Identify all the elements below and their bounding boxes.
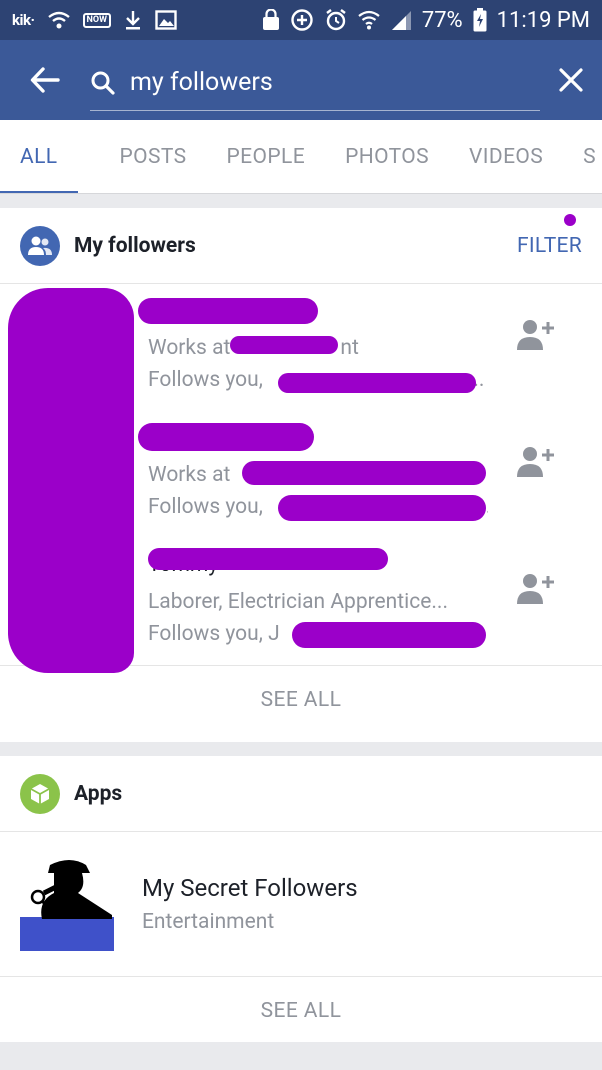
image-icon [155, 10, 177, 30]
redaction-scribble [230, 336, 338, 354]
back-button[interactable] [0, 40, 90, 120]
redaction-scribble [278, 373, 476, 393]
battery-charging-icon [473, 8, 487, 32]
app-thumbnail [20, 857, 114, 951]
see-all-apps-button[interactable]: SEE ALL [0, 977, 602, 1045]
redaction-scribble [242, 461, 486, 485]
filter-label: FILTER [516, 233, 582, 258]
tab-posts[interactable]: POSTS [120, 120, 187, 193]
see-all-followers-button[interactable]: SEE ALL [0, 665, 602, 733]
search-icon [90, 70, 130, 96]
close-icon [559, 68, 583, 92]
clock: 11:19 PM [496, 7, 590, 33]
tab-more[interactable]: S [583, 120, 596, 193]
section-title: Apps [74, 781, 123, 806]
person-work: Laborer, Electrician Apprentice... [148, 590, 448, 614]
add-friend-icon [517, 320, 554, 350]
data-saver-icon [290, 8, 314, 32]
followers-header: My followers FILTER [0, 208, 602, 284]
wifi-call-icon [47, 10, 71, 30]
tab-videos[interactable]: VIDEOS [469, 120, 543, 193]
status-bar: kik· NOW 77% 11:19 PM [0, 0, 602, 40]
tab-people[interactable]: PEOPLE [227, 120, 306, 193]
search-box [90, 55, 540, 111]
section-title: My followers [74, 233, 196, 258]
list-item[interactable]: Tommy Laborer, Electrician Apprentice...… [0, 538, 602, 665]
add-friend-icon [517, 574, 554, 604]
add-friend-button[interactable] [516, 318, 556, 352]
add-friend-icon [517, 447, 554, 477]
list-item[interactable]: Works at Follows you,... [0, 411, 602, 538]
redaction-scribble [138, 423, 314, 451]
clear-search-button[interactable] [540, 40, 602, 120]
battery-percent: 77% [421, 7, 463, 33]
people-icon [20, 225, 60, 266]
search-app-bar [0, 40, 602, 120]
add-friend-button[interactable] [516, 445, 556, 479]
search-input[interactable] [130, 68, 520, 97]
redaction-scribble [278, 495, 486, 521]
tab-all[interactable]: ALL [0, 120, 77, 193]
app-name: My Secret Followers [142, 874, 358, 902]
list-item[interactable]: Works at nt Follows you,... [0, 284, 602, 411]
apps-cube-icon [20, 773, 60, 814]
redaction-scribble [148, 548, 388, 570]
app-list-item[interactable]: My Secret Followers Entertainment [0, 832, 602, 977]
now-app-icon: NOW [82, 12, 111, 28]
followers-section: My followers FILTER Works at nt Follows y… [0, 208, 602, 742]
download-icon [123, 9, 143, 31]
redaction-scribble [292, 622, 486, 648]
security-icon [262, 9, 280, 31]
apps-section: Apps My Secret Followers Entertainment S… [0, 756, 602, 1042]
tab-photos[interactable]: PHOTOS [345, 120, 429, 193]
back-arrow-icon [30, 67, 60, 93]
apps-header: Apps [0, 756, 602, 832]
app-category: Entertainment [142, 910, 275, 934]
notification-dot [564, 213, 576, 226]
kik-notification-icon: kik· [12, 11, 35, 29]
add-friend-button[interactable] [516, 572, 556, 606]
redaction-scribble [138, 298, 318, 324]
alarm-icon [324, 8, 348, 32]
signal-icon [390, 9, 412, 31]
wifi-icon [358, 10, 380, 30]
filter-button[interactable]: FILTER [516, 213, 582, 258]
filter-tabs: ALL POSTS PEOPLE PHOTOS VIDEOS S [0, 120, 602, 194]
